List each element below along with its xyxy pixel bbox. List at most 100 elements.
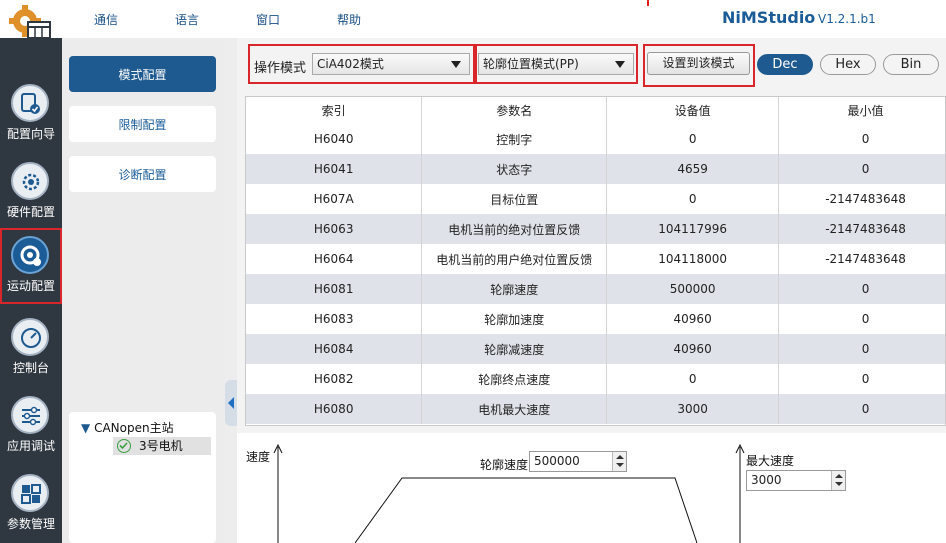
top-bar: 通信 语言 窗口 帮助 NiMStudio V1.2.1.b1 — [0, 0, 946, 39]
cell-device-value: 4659 — [606, 154, 780, 184]
op-mode-value: CiA402模式 — [317, 57, 384, 71]
dropdown-arrow-icon — [451, 61, 461, 68]
table-row[interactable]: H6082 轮廓终点速度 0 0 — [246, 364, 945, 394]
cell-device-value: 0 — [606, 364, 780, 394]
limit-config-button[interactable]: 限制配置 — [69, 106, 216, 142]
profile-speed-value: 500000 — [534, 454, 580, 468]
cell-min-value: 0 — [778, 394, 945, 424]
cell-index: H6040 — [246, 124, 423, 154]
table-row[interactable]: H6080 电机最大速度 3000 0 — [246, 394, 945, 424]
max-speed-input[interactable]: 3000 — [746, 470, 846, 491]
column-header-index[interactable]: 索引 — [246, 97, 423, 124]
table-row[interactable]: H6063 电机当前的绝对位置反馈 104117996 -2147483648 — [246, 214, 945, 244]
column-header-name[interactable]: 参数名 — [421, 97, 608, 124]
sidebar-item-console[interactable]: 控制台 — [0, 310, 62, 386]
op-mode-select[interactable]: CiA402模式 — [312, 53, 470, 75]
cell-param-name: 电机当前的绝对位置反馈 — [421, 214, 608, 244]
cell-min-value: -2147483648 — [778, 244, 945, 274]
menu-help[interactable]: 帮助 — [337, 11, 361, 28]
sidebar-item-params[interactable]: 参数管理 — [0, 466, 62, 542]
cell-index: H6063 — [246, 214, 423, 244]
set-mode-button[interactable]: 设置到该模式 — [647, 52, 750, 75]
op-mode-label: 操作模式 — [254, 61, 307, 76]
sidebar-item-label: 参数管理 — [6, 517, 55, 531]
motion-config-icon — [11, 236, 49, 274]
cell-param-name: 控制字 — [421, 124, 608, 154]
radix-dec-button[interactable]: Dec — [757, 54, 813, 75]
cell-device-value: 40960 — [606, 304, 780, 334]
cell-device-value: 0 — [606, 184, 780, 214]
cell-param-name: 状态字 — [421, 154, 608, 184]
table-row[interactable]: H6081 轮廓速度 500000 0 — [246, 274, 945, 304]
cell-index: H6083 — [246, 304, 423, 334]
cell-index: H6041 — [246, 154, 423, 184]
cell-min-value: 0 — [778, 124, 945, 154]
menu-communication[interactable]: 通信 — [94, 11, 118, 28]
column-header-min-value[interactable]: 最小值 — [778, 97, 945, 124]
collapse-panel-handle[interactable] — [225, 380, 237, 426]
app-version: V1.2.1.b1 — [818, 12, 876, 26]
cell-param-name: 轮廓速度 — [421, 274, 608, 304]
spin-stepper-icon[interactable] — [612, 452, 626, 471]
sidebar-item-hardware[interactable]: 硬件配置 — [0, 154, 62, 230]
dropdown-arrow-icon — [615, 61, 625, 68]
cell-device-value: 40960 — [606, 334, 780, 364]
cell-param-name: 轮廓终点速度 — [421, 364, 608, 394]
menu-window[interactable]: 窗口 — [256, 11, 280, 28]
cell-min-value: -2147483648 — [778, 214, 945, 244]
cell-min-value: -2147483648 — [778, 184, 945, 214]
expand-triangle-icon[interactable]: ▼ — [81, 421, 90, 435]
device-tree: ▼ CANopen主站 3号电机 — [69, 412, 216, 543]
highlight-marker — [647, 0, 649, 6]
sidebar-item-motion[interactable]: 运动配置 — [0, 228, 62, 304]
app-name: NiMStudio — [722, 8, 816, 27]
param-grid-icon — [11, 474, 49, 512]
max-speed-label: 最大速度 — [746, 454, 795, 468]
speed-axis-label: 速度 — [246, 450, 271, 464]
cell-min-value: 0 — [778, 334, 945, 364]
gauge-icon — [11, 318, 49, 356]
mode-config-button[interactable]: 模式配置 — [69, 56, 216, 92]
diagnostic-config-button[interactable]: 诊断配置 — [69, 156, 216, 192]
radix-hex-button[interactable]: Hex — [820, 54, 876, 75]
sliders-icon — [11, 396, 49, 434]
cell-device-value: 104117996 — [606, 214, 780, 244]
cell-device-value: 3000 — [606, 394, 780, 424]
hardware-gear-icon — [11, 162, 49, 200]
tree-child-label: 3号电机 — [139, 439, 183, 453]
table-row[interactable]: H607A 目标位置 0 -2147483648 — [246, 184, 945, 214]
sidebar-item-label: 硬件配置 — [6, 205, 55, 219]
cell-min-value: 0 — [778, 274, 945, 304]
table-row[interactable]: H6083 轮廓加速度 40960 0 — [246, 304, 945, 334]
menu-language[interactable]: 语言 — [175, 11, 199, 28]
cell-index: H6064 — [246, 244, 423, 274]
sidebar-item-wizard[interactable]: 配置向导 — [0, 76, 62, 152]
parameter-table: 索引 参数名 设备值 最小值 H6040 控制字 0 0 H6041 状态字 4659 0 H6… — [245, 96, 946, 426]
column-header-device-value[interactable]: 设备值 — [606, 97, 780, 124]
table-row[interactable]: H6040 控制字 0 0 — [246, 124, 945, 154]
tree-child-node[interactable]: 3号电机 — [113, 437, 211, 455]
cell-device-value: 0 — [606, 124, 780, 154]
config-nav-panel: 模式配置 限制配置 诊断配置 ▼ CANopen主站 3号电机 — [62, 38, 225, 543]
cell-index: H6080 — [246, 394, 423, 424]
cell-param-name: 电机当前的用户绝对位置反馈 — [421, 244, 608, 274]
table-row[interactable]: H6084 轮廓减速度 40960 0 — [246, 334, 945, 364]
sub-mode-select[interactable]: 轮廓位置模式(PP) — [478, 53, 634, 75]
spin-stepper-icon[interactable] — [831, 471, 845, 490]
table-row[interactable]: H6064 电机当前的用户绝对位置反馈 104118000 -2147483648 — [246, 244, 945, 274]
cell-param-name: 目标位置 — [421, 184, 608, 214]
sub-mode-value: 轮廓位置模式(PP) — [483, 57, 579, 71]
sidebar-item-label: 配置向导 — [6, 127, 55, 141]
cell-min-value: 0 — [778, 364, 945, 394]
sidebar-item-debug[interactable]: 应用调试 — [0, 388, 62, 464]
tree-root-node[interactable]: ▼ CANopen主站 — [81, 419, 174, 436]
app-logo-icon — [8, 4, 54, 42]
profile-diagram: 速度 轮廓速度 500000 最大速度 3000 — [237, 433, 946, 543]
sidebar-item-label: 运动配置 — [6, 279, 55, 293]
cell-min-value: 0 — [778, 304, 945, 334]
cell-param-name: 轮廓减速度 — [421, 334, 608, 364]
profile-speed-input[interactable]: 500000 — [529, 451, 627, 472]
table-row[interactable]: H6041 状态字 4659 0 — [246, 154, 945, 184]
radix-bin-button[interactable]: Bin — [883, 54, 939, 75]
tree-root-label: CANopen主站 — [94, 421, 174, 435]
